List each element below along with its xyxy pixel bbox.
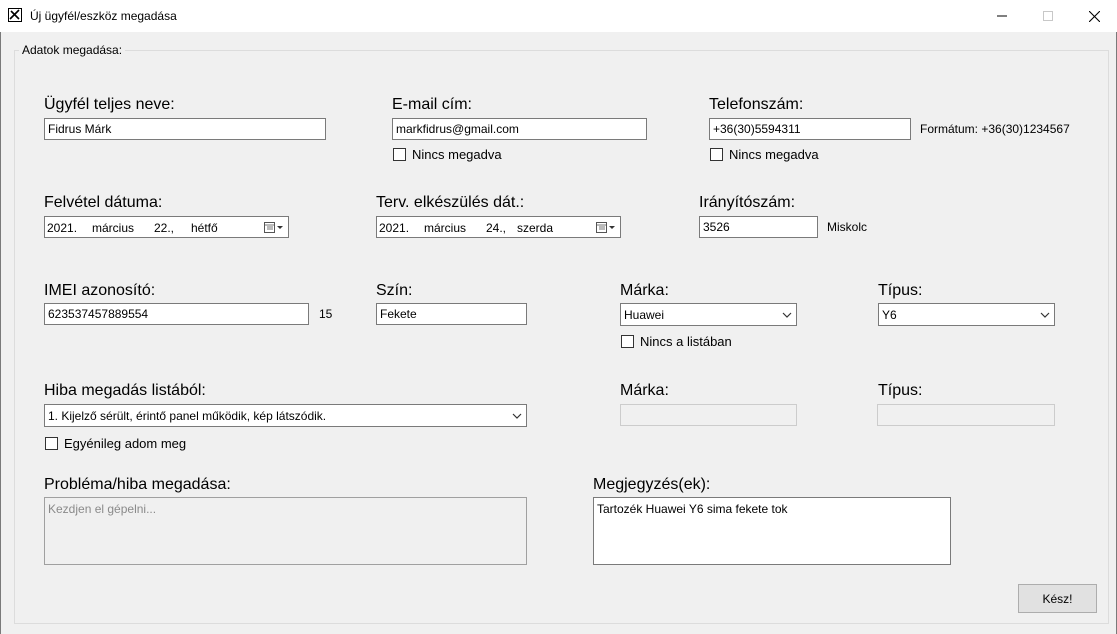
phone-none-checkbox[interactable]: Nincs megadva	[710, 147, 819, 162]
email-label: E-mail cím:	[392, 96, 472, 113]
brand-not-listed-label: Nincs a listában	[640, 334, 732, 349]
intake-date-day: 22.,	[154, 221, 175, 235]
planned-date-label: Terv. elkészülés dát.:	[376, 194, 525, 211]
groupbox-title: Adatok megadása:	[19, 43, 126, 57]
imei-length-counter: 15	[319, 307, 333, 321]
intake-date-weekday: hétfő	[191, 221, 218, 235]
custom-fault-checkbox[interactable]: Egyénileg adom meg	[45, 436, 186, 451]
checkbox-box	[621, 335, 634, 348]
color-label: Szín:	[376, 282, 413, 299]
email-input[interactable]: markfidrus@gmail.com	[392, 118, 647, 140]
calendar-dropdown-icon	[596, 222, 615, 233]
chevron-down-icon	[512, 413, 522, 419]
calendar-dropdown-icon	[264, 222, 283, 233]
maximize-icon	[1043, 11, 1053, 21]
problem-label: Probléma/hiba megadása:	[44, 476, 231, 493]
fault-select[interactable]: 1. Kijelző sérült, érintő panel működik,…	[44, 404, 527, 427]
type2-input	[877, 404, 1055, 426]
close-icon	[1088, 10, 1100, 22]
minimize-icon	[997, 15, 1007, 17]
color-input[interactable]: Fekete	[376, 303, 527, 325]
fault-list-label: Hiba megadás listából:	[44, 382, 206, 399]
chevron-down-icon	[1040, 312, 1050, 318]
custom-fault-label: Egyénileg adom meg	[64, 436, 187, 451]
planned-date-year: 2021.	[379, 221, 410, 235]
intake-date-label: Felvétel dátuma:	[44, 194, 163, 211]
done-button[interactable]: Kész!	[1018, 584, 1097, 613]
checkbox-box	[393, 148, 406, 161]
brand-select[interactable]: Huawei	[620, 303, 797, 326]
planned-date-picker[interactable]: 2021. március 24., szerda	[376, 216, 621, 238]
minimize-button[interactable]	[979, 0, 1025, 32]
intake-date-year: 2021.	[47, 221, 78, 235]
type-label: Típus:	[878, 282, 923, 299]
imei-label: IMEI azonosító:	[44, 282, 156, 299]
title-bar: Új ügyfél/eszköz megadása	[0, 0, 1117, 32]
brand2-label: Márka:	[620, 382, 669, 399]
email-none-label: Nincs megadva	[412, 147, 502, 162]
customer-name-input[interactable]: Fidrus Márk	[44, 118, 326, 140]
problem-placeholder: Kezdjen el gépelni...	[48, 502, 157, 516]
type-select[interactable]: Y6	[878, 303, 1055, 326]
imei-input[interactable]: 623537457889554	[44, 303, 309, 325]
city-name: Miskolc	[827, 220, 868, 234]
planned-date-weekday: szerda	[517, 221, 554, 235]
type-select-value: Y6	[882, 308, 897, 322]
phone-label: Telefonszám:	[709, 96, 804, 113]
phone-format-hint: Formátum: +36(30)1234567	[920, 122, 1070, 136]
problem-textarea[interactable]: Kezdjen el gépelni...	[44, 497, 527, 565]
fault-select-value: 1. Kijelző sérült, érintő panel működik,…	[48, 409, 327, 423]
phone-input[interactable]: +36(30)5594311	[709, 118, 911, 140]
tools-icon	[8, 8, 22, 22]
notes-label: Megjegyzés(ek):	[593, 476, 711, 493]
planned-date-day: 24.,	[486, 221, 507, 235]
checkbox-box	[710, 148, 723, 161]
brand-select-value: Huawei	[624, 308, 665, 322]
chevron-down-icon	[782, 312, 792, 318]
brand-label: Márka:	[620, 282, 669, 299]
window-title: Új ügyfél/eszköz megadása	[30, 9, 177, 23]
customer-name-label: Ügyfél teljes neve:	[44, 96, 175, 113]
postal-code-input[interactable]: 3526	[699, 216, 818, 238]
brand2-input	[620, 404, 797, 426]
phone-none-label: Nincs megadva	[729, 147, 819, 162]
brand-not-listed-checkbox[interactable]: Nincs a listában	[621, 334, 732, 349]
email-none-checkbox[interactable]: Nincs megadva	[393, 147, 502, 162]
planned-date-month: március	[424, 221, 467, 235]
postal-code-label: Irányítószám:	[699, 194, 796, 211]
intake-date-picker[interactable]: 2021. március 22., hétfő	[44, 216, 289, 238]
checkbox-box	[45, 437, 58, 450]
intake-date-month: március	[92, 221, 135, 235]
maximize-button	[1025, 0, 1071, 32]
notes-textarea[interactable]: Tartozék Huawei Y6 sima fekete tok	[593, 497, 951, 565]
type2-label: Típus:	[878, 382, 923, 399]
close-button[interactable]	[1071, 0, 1117, 32]
